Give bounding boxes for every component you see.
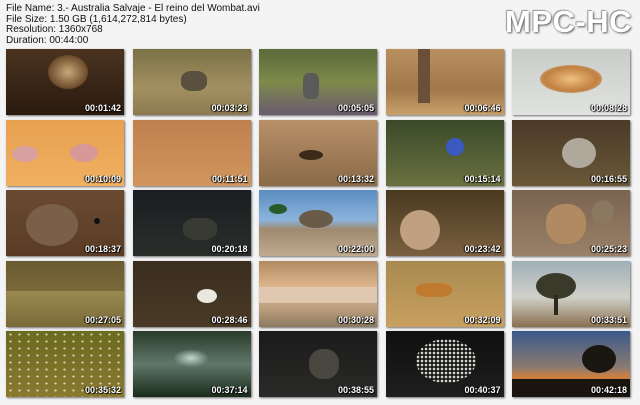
video-thumbnail[interactable]: 00:37:14 bbox=[132, 331, 251, 397]
timestamp: 00:20:18 bbox=[211, 244, 248, 254]
timestamp: 00:13:32 bbox=[337, 173, 374, 184]
scene-detail bbox=[299, 210, 333, 228]
scene-detail bbox=[399, 210, 440, 250]
video-thumbnail[interactable]: 00:42:18 bbox=[512, 331, 630, 397]
timestamp: 00:06:46 bbox=[464, 103, 501, 113]
video-thumbnail[interactable]: 00:01:42 bbox=[6, 49, 124, 115]
scene-detail bbox=[172, 349, 209, 367]
scene-detail bbox=[445, 137, 464, 156]
timestamp: 00:40:37 bbox=[464, 385, 501, 395]
video-thumbnail[interactable]: 00:20:18 bbox=[132, 190, 251, 256]
scene-detail bbox=[269, 204, 287, 214]
timestamp: 00:38:55 bbox=[337, 385, 374, 395]
timestamp: 00:30:28 bbox=[337, 314, 374, 325]
video-thumbnail[interactable]: 00:03:23 bbox=[132, 49, 251, 115]
video-thumbnail[interactable]: 00:27:05 bbox=[6, 260, 124, 327]
scene-detail bbox=[540, 65, 602, 93]
timestamp: 00:15:14 bbox=[464, 173, 501, 184]
timestamp: 00:11:51 bbox=[211, 173, 248, 184]
timestamp: 00:42:18 bbox=[590, 385, 627, 395]
timestamp: 00:27:05 bbox=[84, 314, 121, 325]
scene-detail bbox=[299, 149, 323, 160]
scene-detail bbox=[303, 73, 319, 99]
video-thumbnail[interactable]: 00:06:46 bbox=[385, 49, 504, 115]
scene-detail bbox=[582, 345, 616, 373]
video-thumbnail[interactable]: 00:38:55 bbox=[259, 331, 377, 397]
timestamp: 00:37:14 bbox=[211, 385, 248, 395]
scene-detail bbox=[592, 200, 614, 224]
video-thumbnail[interactable]: 00:22:00 bbox=[259, 190, 377, 256]
video-thumbnail[interactable]: 00:16:55 bbox=[512, 119, 630, 186]
video-thumbnail[interactable]: 00:33:51 bbox=[512, 260, 630, 327]
timestamp: 00:25:23 bbox=[590, 244, 627, 254]
timestamp: 00:22:00 bbox=[337, 244, 374, 254]
scene-detail bbox=[196, 288, 217, 303]
video-thumbnail[interactable]: 00:32:09 bbox=[385, 260, 504, 327]
scene-detail bbox=[415, 282, 452, 297]
timestamp: 00:35:32 bbox=[84, 385, 121, 395]
timestamp: 00:33:51 bbox=[590, 314, 627, 325]
duration-line: Duration: 00:44:00 bbox=[6, 34, 89, 46]
video-thumbnail[interactable]: 00:15:14 bbox=[385, 119, 504, 186]
scene-detail bbox=[12, 145, 38, 162]
video-thumbnail[interactable]: 00:11:51 bbox=[132, 119, 251, 186]
scene-detail bbox=[94, 218, 100, 224]
video-thumbnail[interactable]: 00:30:28 bbox=[259, 260, 377, 327]
timestamp: 00:16:55 bbox=[590, 173, 627, 184]
video-thumbnail[interactable]: 00:23:42 bbox=[385, 190, 504, 256]
timestamp: 00:18:37 bbox=[84, 244, 121, 254]
timestamp: 00:28:46 bbox=[211, 314, 248, 325]
video-thumbnail[interactable]: 00:05:05 bbox=[259, 49, 377, 115]
scene-detail bbox=[562, 137, 596, 168]
mpc-hc-logo: MPC-HC bbox=[505, 4, 632, 39]
scene-detail bbox=[546, 204, 586, 244]
scene-detail bbox=[415, 339, 476, 383]
scene-detail bbox=[180, 71, 207, 91]
video-thumbnail[interactable]: 00:28:46 bbox=[132, 260, 251, 327]
scene-detail bbox=[182, 218, 217, 240]
timestamp: 00:08:28 bbox=[590, 103, 627, 113]
video-thumbnail[interactable]: 00:18:37 bbox=[6, 190, 124, 256]
scene-detail bbox=[259, 286, 377, 303]
video-thumbnail[interactable]: 00:10:09 bbox=[6, 119, 124, 186]
scene-detail bbox=[26, 204, 78, 246]
timestamp: 00:05:05 bbox=[337, 103, 374, 113]
video-thumbnail[interactable]: 00:08:28 bbox=[512, 49, 630, 115]
video-thumbnail[interactable]: 00:40:37 bbox=[385, 331, 504, 397]
timestamp: 00:10:09 bbox=[84, 173, 121, 184]
scene-detail bbox=[48, 55, 88, 89]
timestamp: 00:01:42 bbox=[84, 103, 121, 113]
video-thumbnail[interactable]: 00:35:32 bbox=[6, 331, 124, 397]
scene-detail bbox=[554, 294, 558, 315]
file-name-line: File Name: 3.- Australia Salvaje - El re… bbox=[6, 3, 260, 14]
scene-detail bbox=[417, 49, 430, 103]
timestamp: 00:32:09 bbox=[464, 314, 501, 325]
scene-detail bbox=[70, 143, 98, 162]
video-thumbnail[interactable]: 00:13:32 bbox=[259, 119, 377, 186]
timestamp: 00:03:23 bbox=[211, 103, 248, 113]
scene-detail bbox=[309, 349, 339, 379]
video-thumbnail[interactable]: 00:25:23 bbox=[512, 190, 630, 256]
file-info: File Name: 3.- Australia Salvaje - El re… bbox=[6, 3, 260, 46]
timestamp: 00:23:42 bbox=[464, 244, 501, 254]
